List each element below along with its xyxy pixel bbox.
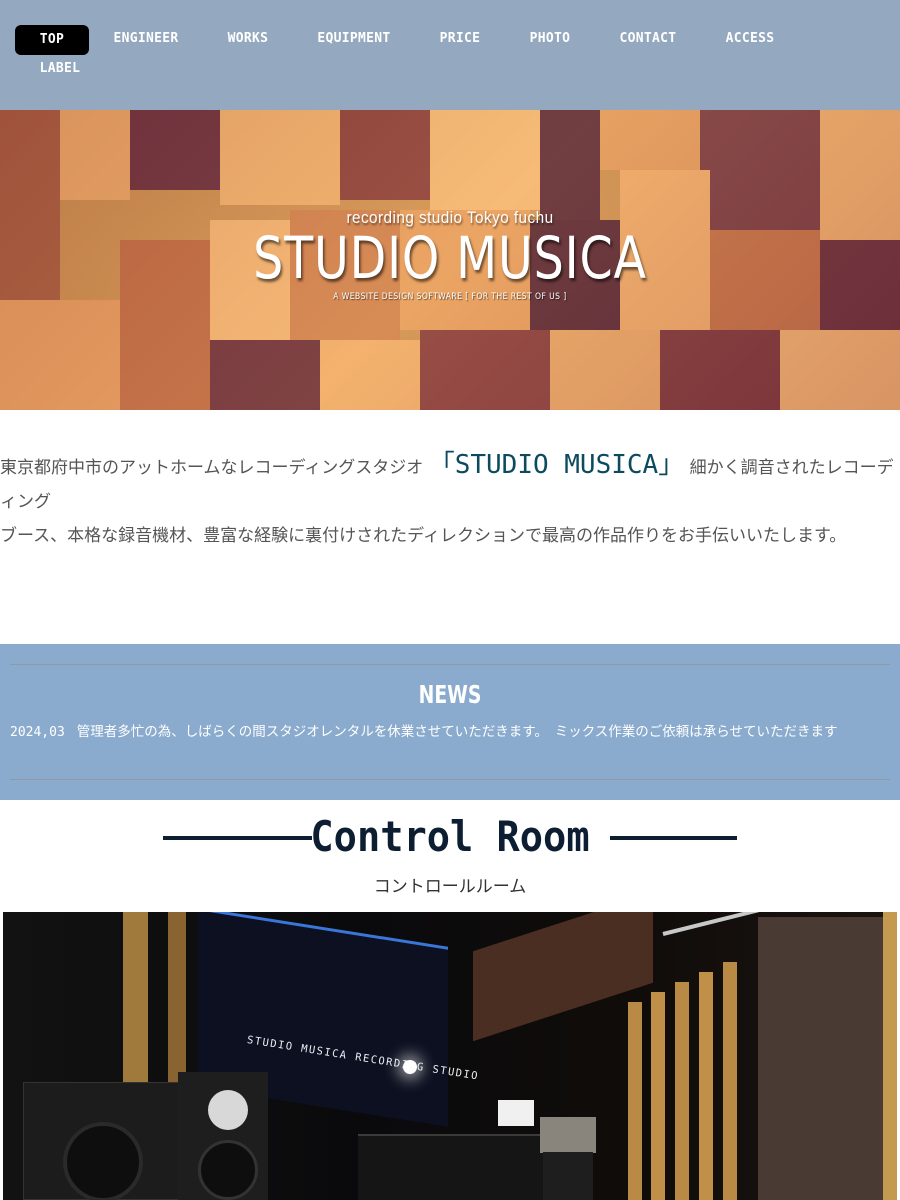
hero-banner: recording studio Tokyo fuchu STUDIO MUSI…	[0, 110, 900, 410]
photo-slat	[699, 972, 713, 1200]
photo-sign	[498, 1100, 534, 1126]
nav-item-access[interactable]: ACCESS	[716, 24, 784, 54]
news-section: NEWS 2024,03 管理者多忙の為、しばらくの間スタジオレンタルを休業させて…	[0, 644, 900, 800]
intro-text-3: ブース、本格な録音機材、豊富な経験に裏付けされたディレクションで最高の作品作りを…	[0, 526, 847, 546]
photo-radio	[540, 1117, 596, 1153]
intro-text-1: 東京都府中市のアットホームなレコーディングスタジオ	[0, 458, 429, 478]
nav-item-contact[interactable]: CONTACT	[610, 24, 686, 54]
heading-rule-right	[610, 836, 737, 840]
photo-monitor	[358, 1134, 543, 1200]
intro-brand-name: 「STUDIO MUSICA」	[428, 450, 685, 480]
nav-item-equipment[interactable]: EQUIPMENT	[309, 24, 399, 54]
nav-item-engineer[interactable]: ENGINEER	[106, 24, 186, 54]
intro-paragraph: 東京都府中市のアットホームなレコーディングスタジオ 「STUDIO MUSICA…	[0, 448, 900, 553]
photo-slat	[675, 982, 689, 1200]
news-divider-bottom	[10, 779, 890, 780]
photo-slat	[651, 992, 665, 1200]
hero-tagline: A WEBSITE DESIGN SOFTWARE [ FOR THE REST…	[333, 292, 567, 302]
main-nav: TOP ENGINEER WORKS EQUIPMENT PRICE PHOTO…	[0, 0, 900, 110]
control-room-photo: STUDIO MUSICA RECORDING STUDIO	[3, 912, 897, 1200]
photo-light	[403, 1060, 417, 1074]
nav-item-price[interactable]: PRICE	[430, 24, 490, 54]
hero-title: STUDIO MUSICA	[253, 224, 647, 292]
news-title: NEWS	[418, 680, 482, 709]
nav-item-works[interactable]: WORKS	[218, 24, 278, 54]
photo-slat	[723, 962, 737, 1200]
photo-wood-post	[883, 912, 897, 1200]
photo-speaker-woofer	[198, 1140, 258, 1200]
control-room-subtitle: コントロールルーム	[373, 877, 527, 897]
photo-speaker-tweeter	[208, 1090, 248, 1130]
nav-item-label[interactable]: LABEL	[25, 54, 95, 84]
photo-slat	[628, 1002, 642, 1200]
control-room-header: Control Room	[0, 808, 900, 868]
news-divider-top	[10, 664, 890, 665]
photo-speaker-woofer	[63, 1122, 143, 1200]
news-date: 2024,03	[10, 725, 65, 740]
photo-curtain	[758, 917, 883, 1200]
nav-item-top[interactable]: TOP	[15, 25, 89, 55]
news-text: 管理者多忙の為、しばらくの間スタジオレンタルを休業させていただきます。 ミックス…	[76, 724, 838, 740]
photo-speaker-small	[543, 1152, 593, 1200]
control-room-title: Control Room	[310, 812, 590, 861]
nav-item-photo[interactable]: PHOTO	[520, 24, 580, 54]
news-item: 2024,03 管理者多忙の為、しばらくの間スタジオレンタルを休業させていただきま…	[10, 720, 838, 740]
